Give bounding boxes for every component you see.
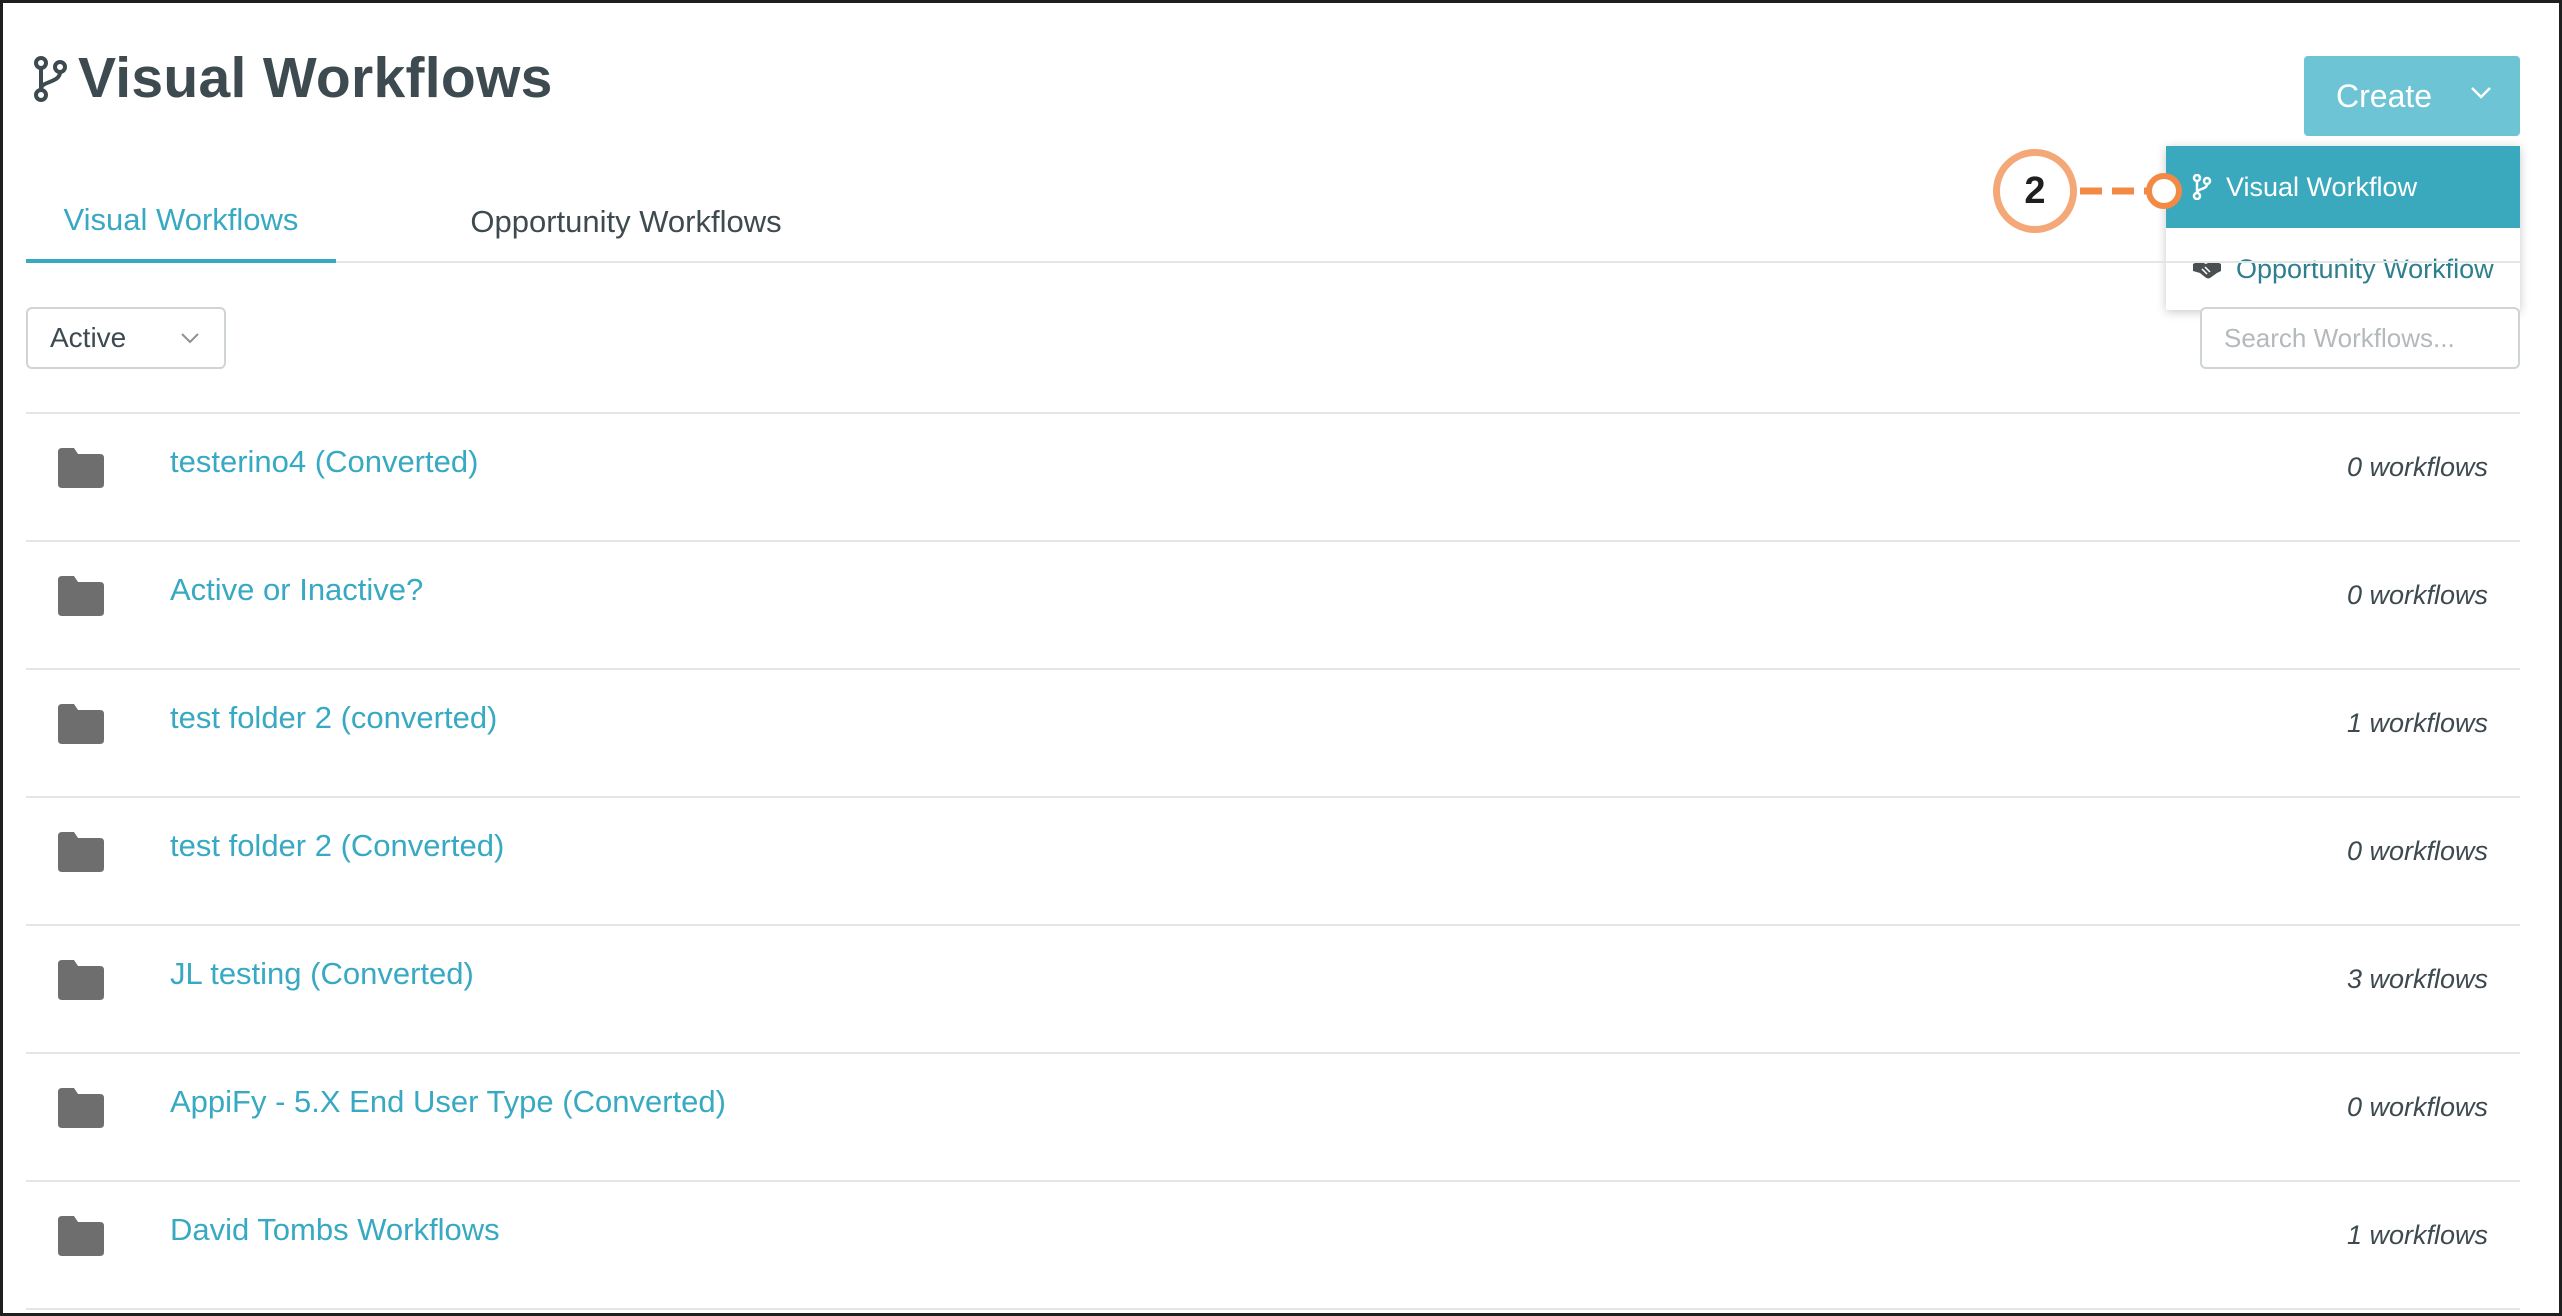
list-item[interactable]: JL testing (Converted) 3 workflows bbox=[26, 926, 2520, 1054]
workflow-count: 0 workflows bbox=[2346, 452, 2488, 482]
folder-icon bbox=[58, 1216, 104, 1256]
workflow-count: 1 workflows bbox=[2346, 708, 2488, 738]
page-header: Visual Workflows bbox=[32, 50, 553, 107]
folder-icon bbox=[58, 704, 104, 744]
list-item[interactable]: testerino4 (Converted) 0 workflows bbox=[26, 414, 2520, 542]
folder-name-link[interactable]: Active or Inactive? bbox=[170, 572, 423, 608]
workflow-count: 1 workflows bbox=[2346, 1220, 2488, 1250]
folder-icon bbox=[58, 832, 104, 872]
list-item[interactable]: test folder 2 (converted) 1 workflows bbox=[26, 670, 2520, 798]
folder-list: testerino4 (Converted) 0 workflows Activ… bbox=[26, 412, 2520, 1310]
list-item[interactable]: David Tombs Workflows 1 workflows bbox=[26, 1182, 2520, 1310]
folder-icon bbox=[58, 576, 104, 616]
list-item[interactable]: Active or Inactive? 0 workflows bbox=[26, 542, 2520, 670]
workflow-tabs: Visual Workflows Opportunity Workflows bbox=[26, 180, 2520, 263]
create-button[interactable]: Create bbox=[2304, 56, 2520, 136]
status-filter-select[interactable]: Active bbox=[26, 307, 226, 369]
list-item[interactable]: AppiFy - 5.X End User Type (Converted) 0… bbox=[26, 1054, 2520, 1182]
folder-icon bbox=[58, 448, 104, 488]
chevron-down-icon bbox=[181, 333, 199, 344]
folder-name-link[interactable]: test folder 2 (Converted) bbox=[170, 828, 504, 864]
branch-icon bbox=[34, 55, 67, 102]
workflow-count: 0 workflows bbox=[2346, 1092, 2488, 1122]
folder-name-link[interactable]: AppiFy - 5.X End User Type (Converted) bbox=[170, 1084, 726, 1120]
list-item[interactable]: test folder 2 (Converted) 0 workflows bbox=[26, 798, 2520, 926]
folder-name-link[interactable]: David Tombs Workflows bbox=[170, 1212, 500, 1248]
search-input[interactable] bbox=[2200, 307, 2520, 369]
workflow-count: 3 workflows bbox=[2346, 964, 2488, 994]
workflow-count: 0 workflows bbox=[2346, 580, 2488, 610]
folder-name-link[interactable]: testerino4 (Converted) bbox=[170, 444, 478, 480]
chevron-down-icon bbox=[2471, 87, 2491, 99]
page-title: Visual Workflows bbox=[78, 46, 553, 110]
folder-name-link[interactable]: JL testing (Converted) bbox=[170, 956, 474, 992]
tab-opportunity-workflows[interactable]: Opportunity Workflows bbox=[398, 180, 854, 263]
folder-icon bbox=[58, 960, 104, 1000]
status-filter-value: Active bbox=[50, 322, 127, 353]
workflow-count: 0 workflows bbox=[2346, 836, 2488, 866]
create-button-label: Create bbox=[2336, 77, 2433, 114]
tab-visual-workflows[interactable]: Visual Workflows bbox=[26, 180, 336, 263]
folder-name-link[interactable]: test folder 2 (converted) bbox=[170, 700, 497, 736]
folder-icon bbox=[58, 1088, 104, 1128]
